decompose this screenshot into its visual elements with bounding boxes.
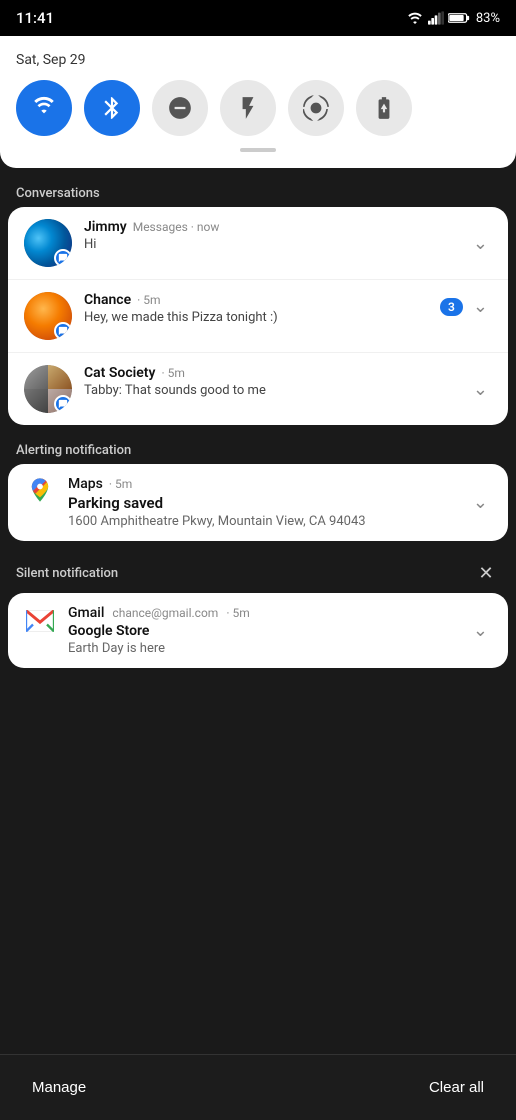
silent-close-button[interactable]: ✕ <box>472 559 500 587</box>
conversation-jimmy[interactable]: Jimmy Messages · now Hi ⌄ <box>8 207 508 280</box>
status-time: 11:41 <box>16 9 54 27</box>
maps-icon <box>26 476 54 504</box>
conversation-chance[interactable]: Chance · 5m Hey, we made this Pizza toni… <box>8 280 508 353</box>
messages-badge-cat <box>54 395 72 413</box>
jimmy-meta: Messages · now <box>133 220 220 234</box>
maps-app-name: Maps <box>68 476 103 492</box>
gmail-header: Gmail chance@gmail.com · 5m <box>68 605 457 621</box>
autorotate-tile[interactable] <box>288 80 344 136</box>
conversations-card: Jimmy Messages · now Hi ⌄ Chance <box>8 207 508 425</box>
clear-all-button[interactable]: Clear all <box>421 1075 492 1100</box>
chance-name: Chance <box>84 292 131 308</box>
maps-icon-container <box>24 476 56 504</box>
gmail-notification[interactable]: Gmail chance@gmail.com · 5m Google Store… <box>8 593 508 668</box>
chance-content: Chance · 5m Hey, we made this Pizza toni… <box>84 292 428 325</box>
maps-notification[interactable]: Maps · 5m Parking saved 1600 Amphitheatr… <box>8 464 508 541</box>
battery-saver-tile[interactable] <box>356 80 412 136</box>
gmail-chevron-icon[interactable]: ⌄ <box>469 616 492 645</box>
maps-address: 1600 Amphitheatre Pkwy, Mountain View, C… <box>68 514 457 529</box>
drag-handle[interactable] <box>240 148 276 152</box>
messages-badge-chance <box>54 322 72 340</box>
jimmy-content: Jimmy Messages · now Hi <box>84 219 457 252</box>
cat-society-body: Tabby: That sounds good to me <box>84 383 457 398</box>
wifi-status-icon <box>406 11 424 25</box>
chance-meta: · 5m <box>137 293 160 307</box>
chance-chevron-icon[interactable]: ⌄ <box>469 292 492 321</box>
chance-actions: 3 ⌄ <box>440 292 492 321</box>
gmail-title: Google Store <box>68 623 457 639</box>
flashlight-tile[interactable] <box>220 80 276 136</box>
bottom-bar: Manage Clear all <box>0 1054 516 1120</box>
cat-society-chevron-icon[interactable]: ⌄ <box>469 375 492 404</box>
maps-title: Parking saved <box>68 494 457 512</box>
chance-badge: 3 <box>440 298 463 316</box>
maps-chevron-icon[interactable]: ⌄ <box>469 488 492 517</box>
date-display: Sat, Sep 29 <box>16 52 500 68</box>
gmail-time: · 5m <box>226 606 249 620</box>
avatar-chance <box>24 292 72 340</box>
cat-society-name: Cat Society <box>84 365 155 381</box>
dnd-tile[interactable] <box>152 80 208 136</box>
quick-tiles-row <box>16 80 500 136</box>
cat-society-content: Cat Society · 5m Tabby: That sounds good… <box>84 365 457 398</box>
bluetooth-tile[interactable] <box>84 80 140 136</box>
jimmy-body: Hi <box>84 237 457 252</box>
chance-body: Hey, we made this Pizza tonight :) <box>84 310 428 325</box>
conversation-cat-society[interactable]: Cat Society · 5m Tabby: That sounds good… <box>8 353 508 425</box>
signal-status-icon <box>428 11 444 25</box>
status-bar: 11:41 83% <box>0 0 516 36</box>
chance-header: Chance · 5m <box>84 292 428 308</box>
gmail-icon <box>26 610 54 632</box>
conversations-header: Conversations <box>0 176 516 207</box>
battery-percentage: 83% <box>476 11 500 26</box>
gmail-app-name: Gmail <box>68 605 104 621</box>
wifi-tile[interactable] <box>16 80 72 136</box>
alerting-label: Alerting notification <box>16 443 131 458</box>
status-icons: 83% <box>406 11 500 26</box>
maps-time: · 5m <box>109 477 132 491</box>
silent-card: Gmail chance@gmail.com · 5m Google Store… <box>8 593 508 668</box>
maps-header: Maps · 5m <box>68 476 457 492</box>
cat-society-header: Cat Society · 5m <box>84 365 457 381</box>
gmail-email: chance@gmail.com <box>112 606 218 620</box>
avatar-cat-society <box>24 365 72 413</box>
jimmy-header: Jimmy Messages · now <box>84 219 457 235</box>
jimmy-name: Jimmy <box>84 219 127 235</box>
avatar-jimmy <box>24 219 72 267</box>
silent-header: Silent notification ✕ <box>0 549 516 593</box>
silent-label: Silent notification <box>16 566 118 581</box>
cat-society-meta: · 5m <box>161 366 184 380</box>
conversations-label: Conversations <box>16 186 100 201</box>
messages-badge-jimmy <box>54 249 72 267</box>
gmail-body: Earth Day is here <box>68 641 457 656</box>
jimmy-chevron-icon[interactable]: ⌄ <box>469 229 492 258</box>
maps-content: Maps · 5m Parking saved 1600 Amphitheatr… <box>68 476 457 529</box>
battery-status-icon <box>448 11 470 25</box>
gmail-icon-container <box>24 605 56 637</box>
manage-button[interactable]: Manage <box>24 1075 94 1100</box>
alerting-header: Alerting notification <box>0 433 516 464</box>
alerting-card: Maps · 5m Parking saved 1600 Amphitheatr… <box>8 464 508 541</box>
quick-settings-panel: Sat, Sep 29 <box>0 36 516 168</box>
gmail-content: Gmail chance@gmail.com · 5m Google Store… <box>68 605 457 656</box>
